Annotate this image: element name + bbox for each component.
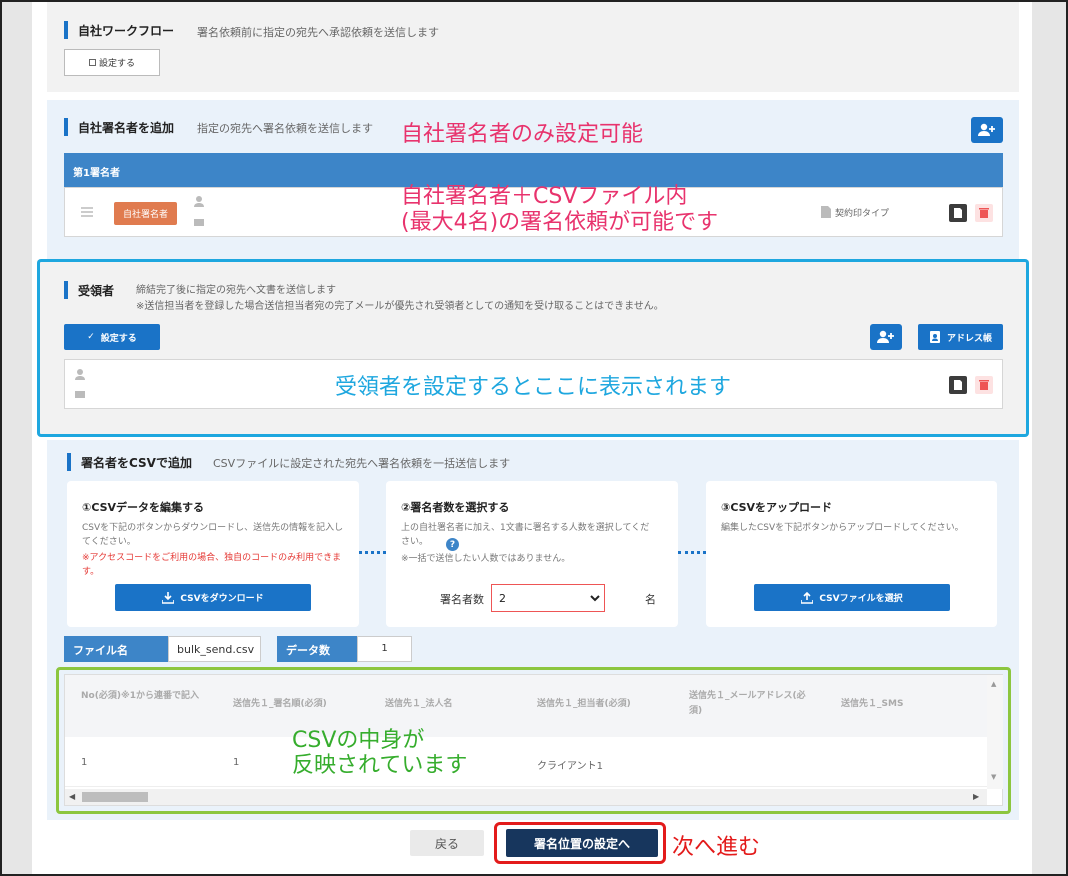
step1-note: ※アクセスコードをご利用の場合、独自のコードのみ利用できます。 bbox=[82, 553, 342, 577]
section-bar bbox=[64, 118, 68, 136]
add-signer-button[interactable] bbox=[971, 117, 1003, 143]
chevron-down-icon bbox=[590, 595, 600, 602]
step3-title: ③CSVをアップロード bbox=[721, 501, 833, 514]
data-count-value: 1 bbox=[357, 636, 412, 662]
document-view-icon[interactable] bbox=[949, 204, 967, 222]
checkbox-icon bbox=[88, 59, 96, 66]
csv-download-label: CSVをダウンロード bbox=[180, 594, 264, 604]
csv-upload-label: CSVファイルを選択 bbox=[819, 594, 903, 604]
workflow-panel bbox=[47, 0, 1019, 92]
drag-handle-icon[interactable] bbox=[81, 207, 93, 217]
signer-badge: 自社署名者 bbox=[114, 202, 177, 225]
help-icon[interactable]: ? bbox=[446, 538, 459, 551]
annotation-receiver-display: 受領者を設定するとここに表示されます bbox=[335, 375, 732, 400]
file-name-label: ファイル名 bbox=[64, 636, 168, 662]
back-button[interactable]: 戻る bbox=[410, 830, 484, 856]
annotation-csv-content-line1: CSVの中身が bbox=[292, 728, 425, 753]
annotation-signer-only: 自社署名者のみ設定可能 bbox=[401, 122, 644, 147]
workflow-title-text: 自社ワークフロー bbox=[78, 23, 175, 38]
workflow-setting-label: 設定する bbox=[98, 59, 135, 69]
csv-upload-button[interactable]: CSVファイルを選択 bbox=[754, 584, 950, 611]
section-bar bbox=[64, 21, 68, 39]
person-add-icon bbox=[978, 123, 995, 136]
csv-title-text: 署名者をCSVで追加 bbox=[81, 455, 192, 470]
annotation-csv-line1: 自社署名者＋CSVファイル内 bbox=[401, 184, 688, 209]
receiver-highlight bbox=[37, 259, 1029, 437]
section-bar bbox=[67, 453, 71, 471]
step-connector bbox=[359, 551, 386, 554]
step3-card: ③CSVをアップロード 編集したCSVを下記ボタンからアップロードしてください。… bbox=[706, 481, 997, 627]
download-icon bbox=[162, 591, 175, 604]
step1-card: ①CSVデータを編集する CSVを下記のボタンからダウンロードし、送信先の情報を… bbox=[67, 481, 359, 627]
signer-count-label: 署名者数 bbox=[440, 593, 484, 606]
step3-desc: 編集したCSVを下記ボタンからアップロードしてください。 bbox=[721, 523, 964, 533]
step2-title: ②署名者数を選択する bbox=[401, 501, 510, 514]
workflow-setting-button[interactable]: 設定する bbox=[64, 49, 160, 76]
signer-count-select[interactable]: 2 bbox=[491, 584, 605, 612]
workflow-desc: 署名依頼前に指定の宛先へ承認依頼を送信します bbox=[197, 26, 439, 39]
csv-table-highlight bbox=[56, 667, 1011, 814]
step2-desc: 上の自社署名者に加え、1文書に署名する人数を選択してください。 bbox=[401, 523, 650, 547]
signer-count-unit: 名 bbox=[645, 593, 656, 606]
next-button-highlight bbox=[494, 822, 666, 864]
person-mail-icon bbox=[194, 196, 204, 226]
signer-header: 第1署名者 bbox=[64, 153, 1003, 187]
signer-desc: 指定の宛先へ署名依頼を送信します bbox=[197, 122, 373, 135]
annotation-next-step: 次へ進む bbox=[672, 835, 761, 860]
seal-type-label: 契約印タイプ bbox=[835, 209, 890, 219]
document-icon bbox=[821, 206, 831, 218]
signer-header-text: 第1署名者 bbox=[73, 168, 120, 179]
step2-card: ②署名者数を選択する 上の自社署名者に加え、1文書に署名する人数を選択してくださ… bbox=[386, 481, 678, 627]
step2-note: ※一括で送信したい人数ではありません。 bbox=[401, 554, 571, 564]
upload-icon bbox=[801, 591, 814, 604]
annotation-csv-content-line2: 反映されています bbox=[292, 753, 468, 778]
csv-desc: CSVファイルに設定された宛先へ署名依頼を一括送信します bbox=[213, 457, 511, 470]
step1-title: ①CSVデータを編集する bbox=[82, 501, 205, 514]
signer-title-text: 自社署名者を追加 bbox=[78, 120, 175, 135]
trash-icon[interactable] bbox=[975, 204, 993, 222]
signer-title: 自社署名者を追加 bbox=[64, 118, 174, 136]
data-count-label: データ数 bbox=[277, 636, 357, 662]
file-name-value: bulk_send.csv bbox=[168, 636, 261, 662]
signer-count-value: 2 bbox=[499, 592, 506, 605]
workflow-title: 自社ワークフロー bbox=[64, 21, 174, 39]
step1-desc: CSVを下記のボタンからダウンロードし、送信先の情報を記入してください。 bbox=[82, 523, 344, 547]
step-connector bbox=[678, 551, 706, 554]
annotation-csv-line2: (最大4名)の署名依頼が可能です bbox=[401, 210, 719, 235]
csv-download-button[interactable]: CSVをダウンロード bbox=[115, 584, 311, 611]
csv-title: 署名者をCSVで追加 bbox=[67, 453, 192, 471]
